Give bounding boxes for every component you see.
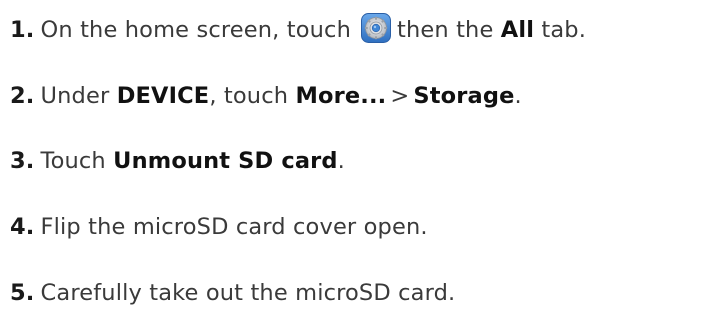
step-number: 3. [10, 148, 35, 174]
step-number: 2. [10, 83, 35, 109]
step-text: , touch [209, 83, 289, 109]
step-text: tab. [541, 17, 587, 43]
step-text: Flip the microSD card cover open. [40, 214, 428, 240]
storage-label: Storage [413, 83, 515, 109]
device-label: DEVICE [116, 83, 210, 109]
settings-gear-icon [360, 13, 391, 43]
step-4: 4. Flip the microSD card cover open. [10, 212, 428, 242]
more-label: More... [295, 83, 387, 109]
step-3: 3. Touch Unmount SD card. [10, 146, 345, 176]
step-text: . [514, 83, 522, 109]
step-text: . [337, 148, 345, 174]
step-1: 1. On the home screen, touch then the Al… [10, 13, 586, 45]
step-text: then the [396, 17, 494, 43]
all-tab-label: All [500, 17, 535, 43]
unmount-sd-card-label: Unmount SD card [113, 148, 338, 174]
path-separator: > [390, 83, 410, 109]
step-text: Under [40, 83, 110, 109]
step-2: 2. Under DEVICE, touch More... > Storage. [10, 81, 522, 111]
step-number: 1. [10, 17, 35, 43]
step-text: On the home screen, touch [40, 17, 351, 43]
step-number: 5. [10, 280, 35, 306]
step-text: Carefully take out the microSD card. [40, 280, 456, 306]
step-5: 5. Carefully take out the microSD card. [10, 278, 455, 308]
step-text: Touch [40, 148, 106, 174]
step-number: 4. [10, 214, 35, 240]
